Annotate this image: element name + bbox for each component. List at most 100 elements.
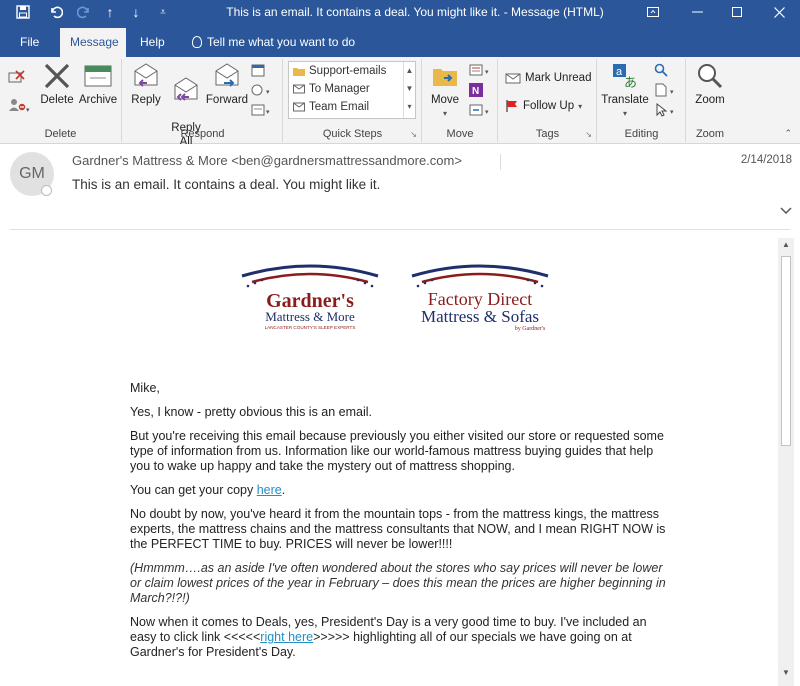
quick-step-item[interactable]: To Manager — [289, 80, 415, 98]
reply-icon — [134, 63, 158, 87]
dropdown-arrow-icon: ▾ — [578, 101, 583, 111]
scroll-down-icon[interactable]: ▼ — [404, 80, 415, 98]
junk-icon: ▾ — [9, 99, 30, 113]
expand-gallery-icon[interactable]: ▾ — [404, 98, 415, 116]
dialog-launcher-icon[interactable]: ↘ — [410, 130, 417, 139]
archive-button[interactable]: Archive — [76, 61, 120, 107]
redo-icon[interactable] — [71, 0, 97, 24]
find-button[interactable] — [654, 63, 668, 77]
translate-label: Translate — [601, 94, 649, 106]
paragraph: You can get your copy here. — [130, 483, 286, 497]
zoom-button[interactable]: Zoom — [689, 61, 731, 107]
im-icon: ▾ — [251, 84, 270, 96]
here-link[interactable]: here — [257, 483, 282, 497]
reply-button[interactable]: Reply — [127, 61, 165, 107]
actions-button[interactable]: ▾ — [469, 103, 493, 117]
cursor-icon: ▾ — [656, 103, 674, 117]
customize-toolbar-icon[interactable]: ⩡ — [150, 0, 176, 24]
dropdown-arrow-icon: ▾ — [442, 109, 447, 118]
related-button[interactable]: ▾ — [654, 83, 678, 97]
flag-icon — [506, 100, 517, 112]
quick-steps-group-label: Quick Steps — [322, 128, 383, 140]
svg-text:▾: ▾ — [670, 109, 674, 116]
delete-label: Delete — [40, 94, 74, 106]
tab-message[interactable]: Message — [60, 28, 126, 57]
next-item-icon[interactable]: ↓ — [123, 0, 149, 24]
delete-group: ▾ Delete Archive Delete — [0, 59, 122, 142]
paragraph: No doubt by now, you've heard it from th… — [130, 507, 666, 551]
tell-me-search[interactable]: Tell me what you want to do — [182, 28, 365, 57]
previous-item-icon[interactable]: ↑ — [97, 0, 123, 24]
undo-icon[interactable] — [43, 0, 69, 24]
more-respond-button[interactable]: ▾ — [251, 103, 273, 117]
save-icon[interactable] — [10, 0, 36, 24]
collapse-ribbon-icon[interactable]: ⌃ — [784, 128, 792, 139]
svg-text:▾: ▾ — [266, 89, 270, 96]
tags-group: Mark Unread Follow Up ▾ Tags ↘ — [499, 59, 597, 142]
paragraph: Yes, I know - pretty obvious this is an … — [130, 405, 373, 419]
onenote-button[interactable]: N — [469, 83, 483, 97]
select-button[interactable]: ▾ — [654, 103, 678, 117]
ignore-icon — [8, 70, 25, 83]
forward-button[interactable]: Forward — [205, 61, 249, 107]
more-icon: ▾ — [251, 104, 270, 116]
translate-button[interactable]: aあ Translate ▾ — [600, 61, 650, 121]
subject: This is an email. It contains a deal. Yo… — [72, 177, 381, 192]
sender[interactable]: Gardner's Mattress & More <ben@gardnersm… — [72, 153, 462, 168]
divider — [10, 229, 790, 230]
translate-icon: aあ — [613, 64, 637, 91]
minimize-button[interactable] — [680, 0, 714, 24]
actions-icon: ▾ — [469, 104, 489, 116]
junk-button[interactable]: ▾ — [8, 97, 30, 113]
respond-group-label: Respond — [180, 128, 225, 140]
tab-help[interactable]: Help — [130, 28, 175, 57]
logo-left-line3: LANCASTER COUNTY'S SLEEP EXPERTS — [265, 325, 356, 330]
svg-text:▾: ▾ — [485, 109, 489, 116]
im-reply-button[interactable]: ▾ — [251, 83, 273, 97]
ignore-button[interactable] — [8, 69, 26, 85]
editing-group: aあ Translate ▾ ▾ ▾ Editing — [598, 59, 686, 142]
move-group-label: Move — [446, 128, 474, 140]
envelope-icon — [505, 73, 521, 84]
move-group: Move ▾ ▾ N ▾ Move — [423, 59, 498, 142]
close-button[interactable] — [762, 0, 796, 24]
presence-indicator — [41, 185, 52, 196]
zoom-label: Zoom — [695, 94, 725, 106]
ribbon-display-options-icon[interactable] — [636, 0, 670, 24]
gardners-logo-image: Gardner's Mattress & More LANCASTER COUN… — [241, 264, 549, 332]
message-header: GM Gardner's Mattress & More <ben@gardne… — [0, 144, 800, 228]
scroll-thumb[interactable] — [781, 256, 791, 446]
delete-icon — [44, 63, 70, 89]
zoom-group-label: Zoom — [695, 128, 725, 140]
mark-unread-button[interactable]: Mark Unread — [505, 71, 591, 85]
svg-text:▾: ▾ — [26, 107, 30, 113]
archive-icon — [84, 65, 112, 87]
scroll-down-icon[interactable]: ▼ — [778, 668, 794, 682]
meeting-reply-button[interactable] — [251, 63, 267, 77]
quick-steps-scrollbar[interactable]: ▲ ▼ ▾ — [403, 62, 415, 118]
reply-all-icon — [174, 77, 198, 101]
scroll-up-icon[interactable]: ▲ — [778, 240, 794, 254]
logo-right-line2: Mattress & Sofas — [421, 307, 539, 326]
right-here-link[interactable]: right here — [260, 630, 313, 644]
move-button[interactable]: Move ▾ — [425, 61, 465, 121]
meeting-icon — [251, 64, 265, 77]
logo-right-line1: Factory Direct — [428, 289, 532, 309]
follow-up-button[interactable]: Follow Up ▾ — [505, 99, 582, 113]
quick-step-item[interactable]: Team Email — [289, 98, 415, 116]
ribbon: ▾ Delete Archive Delete Reply Reply All … — [0, 57, 800, 148]
move-folder-icon — [433, 69, 457, 86]
tab-file[interactable]: File — [10, 28, 49, 57]
body-scrollbar[interactable]: ▲ ▼ — [778, 238, 794, 686]
quick-step-item[interactable]: Support-emails — [289, 62, 415, 80]
svg-text:▾: ▾ — [485, 69, 489, 76]
archive-label: Archive — [78, 94, 118, 106]
maximize-button[interactable] — [720, 0, 754, 24]
dialog-launcher-icon[interactable]: ↘ — [585, 130, 592, 139]
rules-button[interactable]: ▾ — [469, 63, 493, 77]
scroll-up-icon[interactable]: ▲ — [404, 62, 415, 80]
delete-button[interactable]: Delete — [38, 61, 76, 107]
logos: Gardner's Mattress & More LANCASTER COUN… — [240, 262, 560, 334]
expand-header-icon[interactable] — [780, 204, 792, 218]
svg-text:N: N — [472, 86, 479, 97]
